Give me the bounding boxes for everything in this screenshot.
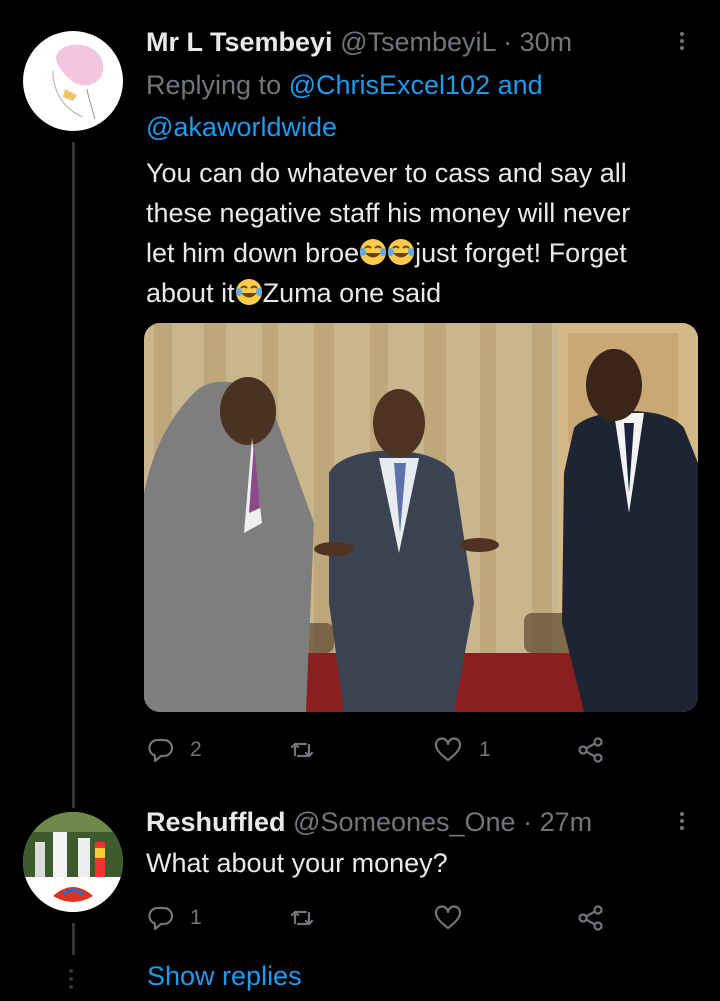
avatar-brain-art [52, 44, 104, 120]
tweet-text-line-3-a: let him down broe [146, 238, 360, 268]
retweet-button[interactable] [287, 735, 317, 765]
reply-count: 2 [190, 738, 202, 761]
thread-connector-line [72, 142, 75, 808]
tweet-text-line-4-a: about it [146, 278, 235, 308]
tweet-text-line-3: let him down broe just forget! Forget [146, 233, 630, 273]
thread-dots [69, 965, 73, 993]
avatar-reshuffled[interactable] [23, 812, 123, 912]
reply-time-separator: · [523, 807, 533, 837]
reply-reply-count: 1 [190, 906, 202, 929]
heart-icon [434, 737, 462, 762]
reply-button[interactable]: 2 [146, 735, 202, 765]
reply-header: Reshuffled @Someones_One · 27m [146, 806, 592, 839]
reply-more-options-icon[interactable] [680, 809, 684, 833]
reply-reply-button[interactable]: 1 [146, 903, 202, 933]
tweet-text-line-3-b: just forget! Forget [415, 238, 627, 268]
tweet-text: You can do whatever to cass and say all … [146, 153, 630, 313]
replying-to-prefix: Replying to [146, 70, 282, 100]
tears-of-joy-emoji-icon [360, 239, 387, 265]
heart-icon [434, 905, 462, 930]
time-separator: · [503, 27, 513, 57]
share-icon [578, 905, 603, 931]
reply-author-handle[interactable]: @Someones_One [293, 807, 516, 837]
tweet-text-line-4-b: Zuma one said [262, 278, 442, 308]
author-name[interactable]: Mr L Tsembeyi [146, 27, 333, 57]
share-button[interactable] [576, 735, 606, 765]
reply-icon [148, 906, 174, 931]
reply-thread-connector-line [72, 923, 75, 955]
reply-like-button[interactable] [433, 903, 463, 933]
more-options-icon[interactable] [680, 29, 684, 53]
retweet-icon [290, 910, 314, 926]
like-button[interactable]: 1 [433, 735, 491, 765]
retweet-icon [290, 742, 314, 758]
reply-retweet-button[interactable] [287, 903, 317, 933]
reply-icon [148, 738, 174, 763]
mention-chrisexcel[interactable]: @ChrisExcel102 [289, 70, 491, 100]
tears-of-joy-emoji-icon [388, 239, 415, 265]
tweet-text-line-1: You can do whatever to cass and say all [146, 158, 627, 188]
reply-author-name[interactable]: Reshuffled [146, 807, 286, 837]
avatar-tsembeyi[interactable] [23, 31, 123, 131]
tweet-photo[interactable] [144, 323, 698, 712]
tweet-time[interactable]: 30m [520, 27, 573, 57]
reply-time[interactable]: 27m [540, 807, 593, 837]
show-replies-link[interactable]: Show replies [147, 960, 302, 993]
tweet-header: Mr L Tsembeyi @TsembeyiL · 30m [146, 26, 572, 59]
tweet-text-line-2: these negative staff his money will neve… [146, 198, 631, 228]
author-handle[interactable]: @TsembeyiL [340, 27, 495, 57]
share-icon [578, 737, 603, 763]
like-count: 1 [479, 738, 491, 761]
photo-three-men-laughing [144, 323, 698, 712]
tears-of-joy-emoji-icon [235, 279, 262, 305]
tweet-text-line-4: about it Zuma one said [146, 273, 630, 313]
mention-joiner[interactable]: and [498, 70, 543, 100]
reply-text: What about your money? [146, 848, 448, 878]
avatar-group-photo [23, 812, 123, 912]
replying-to: Replying to @ChrisExcel102 and [146, 69, 543, 102]
reply-share-button[interactable] [576, 903, 606, 933]
mention-akaworldwide[interactable]: @akaworldwide [146, 111, 337, 144]
